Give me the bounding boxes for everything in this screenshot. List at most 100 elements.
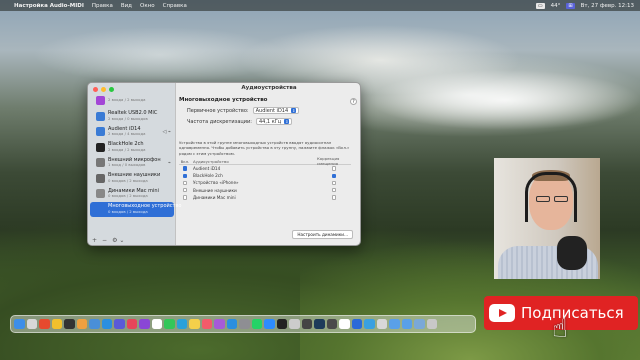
enable-checkbox[interactable]: [182, 187, 188, 193]
drift-correction-checkbox[interactable]: [331, 195, 337, 200]
settings-icon[interactable]: [239, 318, 250, 330]
primary-device-value: Audient iD14: [255, 107, 289, 114]
enable-checkbox[interactable]: [182, 166, 188, 171]
col-on: Вкл.: [180, 158, 190, 164]
configure-speakers-button[interactable]: Настроить динамики...: [292, 230, 353, 239]
device-text: Внешние наушники 0 входов / 2 выхода: [108, 173, 160, 183]
on-cell: [179, 173, 191, 179]
screenflow-icon[interactable]: [64, 318, 75, 330]
battery-icon[interactable]: ▭: [535, 2, 545, 9]
calendar-icon[interactable]: [151, 318, 162, 330]
app4-icon[interactable]: [339, 318, 350, 330]
audio-icon[interactable]: [289, 318, 300, 330]
photos-icon[interactable]: [76, 318, 87, 330]
primary-device-row: Первичное устройство: Audient iD14 ⇕: [187, 107, 300, 114]
yandex-browser-icon[interactable]: [39, 318, 50, 330]
notes-icon[interactable]: [189, 318, 200, 330]
folder2-icon[interactable]: [401, 318, 412, 330]
device-actions-button[interactable]: ⚙ ⌄: [112, 237, 124, 244]
chevron-updown-icon: ⇕: [284, 119, 290, 124]
app-menu[interactable]: Настройка Audio-MIDI: [14, 3, 84, 9]
enable-checkbox[interactable]: [182, 195, 188, 200]
drift-correction-checkbox[interactable]: [331, 180, 337, 186]
zoom-icon[interactable]: [109, 87, 114, 92]
terminal-icon[interactable]: [276, 318, 287, 330]
menu-edit[interactable]: Правка: [92, 3, 113, 9]
music-icon[interactable]: [126, 318, 137, 330]
device-detail-pane: Многовыходное устройство ? Первичное уст…: [179, 95, 359, 244]
enable-checkbox[interactable]: [182, 173, 188, 179]
sidebar-device-item[interactable]: 2 входа / 2 выхода: [90, 93, 174, 108]
sidebar-device-item[interactable]: Audient iD14 2 входа / 4 выхода ◁ ⌁: [90, 124, 174, 139]
primary-device-popup[interactable]: Audient iD14 ⇕: [252, 107, 300, 114]
chrome-icon[interactable]: [51, 318, 62, 330]
control-center-icon[interactable]: ⊞: [566, 2, 575, 9]
menu-help[interactable]: Справка: [163, 3, 187, 9]
minimize-icon[interactable]: [101, 87, 106, 92]
audio-midi-window: 2 входа / 2 выхода Realtek USB2.0 MIC 2 вх…: [87, 82, 361, 246]
device-text: Realtek USB2.0 MIC 2 входа / 0 выходов: [108, 111, 157, 121]
sidebar-device-item[interactable]: Многовыходное устройство 0 входов / 2 вых…: [90, 201, 181, 217]
wallpaper-fog: [370, 70, 640, 130]
drift-correction-checkbox[interactable]: [331, 187, 337, 193]
finder-icon[interactable]: [14, 318, 25, 330]
device-text: Динамики Mac mini 0 входов / 2 выхода: [108, 188, 159, 199]
col-device: Аудиоустройство: [193, 158, 229, 164]
app6-icon[interactable]: [376, 318, 387, 330]
whatsapp-icon[interactable]: [251, 318, 262, 330]
drift-correction-checkbox[interactable]: [331, 166, 337, 171]
device-name-cell: BlackHole 2ch: [193, 173, 223, 179]
device-io-count: 2 входа / 2 выхода: [108, 146, 146, 152]
sidebar-device-item[interactable]: Внешний микрофон 1 вход / 0 выходов ⌁: [90, 155, 174, 170]
sample-rate-popup[interactable]: 44,1 кГц ⇕: [255, 118, 293, 125]
remove-device-button[interactable]: −: [102, 237, 107, 244]
sidebar-device-item[interactable]: Realtek USB2.0 MIC 2 входа / 0 выходов: [90, 109, 174, 124]
music2-icon[interactable]: [201, 318, 212, 330]
device-name-cell: Внешние наушники: [193, 187, 237, 193]
on-cell: [179, 187, 191, 193]
telegram-icon[interactable]: [176, 318, 187, 330]
app-icon[interactable]: [114, 318, 125, 330]
primary-device-label: Первичное устройство:: [187, 107, 249, 114]
photoshop-icon[interactable]: [314, 318, 325, 330]
folder-icon[interactable]: [389, 318, 400, 330]
drift-correction-checkbox[interactable]: [331, 173, 337, 179]
device-io-count: 0 входов / 2 выхода: [108, 177, 148, 183]
trash-icon[interactable]: [426, 318, 437, 330]
enable-checkbox[interactable]: [182, 180, 188, 186]
app2-icon[interactable]: [139, 318, 150, 330]
launchpad-icon[interactable]: [26, 318, 37, 330]
on-cell: [179, 180, 191, 186]
sidebar-device-item[interactable]: BlackHole 2ch 2 входа / 2 выхода: [90, 140, 174, 155]
blackhole-icon: [96, 142, 105, 152]
sample-rate-row: Частота дискретизации: 44,1 кГц ⇕: [187, 118, 293, 125]
safari-icon[interactable]: [101, 318, 112, 330]
device-text: Многовыходное устройство 0 входов / 2 вых…: [108, 204, 181, 214]
add-device-button[interactable]: +: [92, 237, 97, 244]
subscribe-label: Подписаться: [521, 304, 624, 322]
drift-cell: [317, 187, 351, 193]
table-header: Вкл. Аудиоустройство Коррекция смещения: [179, 156, 351, 166]
sidebar-device-item[interactable]: Динамики Mac mini 0 входов / 2 выхода: [90, 186, 174, 201]
menu-window[interactable]: Окно: [140, 3, 155, 9]
weather-status[interactable]: 44°: [551, 3, 561, 9]
on-cell: [179, 195, 191, 200]
sample-rate-label: Частота дискретизации:: [187, 118, 252, 125]
podcasts-icon[interactable]: [214, 318, 225, 330]
sidebar-device-item[interactable]: Внешние наушники 0 входов / 2 выхода: [90, 171, 174, 186]
app3-icon[interactable]: [326, 318, 337, 330]
activity-icon[interactable]: [301, 318, 312, 330]
help-button[interactable]: ?: [350, 98, 357, 105]
messages-icon[interactable]: [164, 318, 175, 330]
device-io-count: 0 входов / 2 выхода: [108, 193, 148, 199]
menu-view[interactable]: Вид: [121, 3, 132, 9]
app5-icon[interactable]: [351, 318, 362, 330]
app-store-icon[interactable]: [226, 318, 237, 330]
folder3-icon[interactable]: [414, 318, 425, 330]
drift-cell: [317, 173, 351, 179]
clock[interactable]: Вт, 27 февр. 12:13: [581, 3, 634, 9]
zoom-icon[interactable]: [264, 318, 275, 330]
id-icon[interactable]: [364, 318, 375, 330]
files-icon[interactable]: [89, 318, 100, 330]
close-icon[interactable]: [93, 87, 98, 92]
